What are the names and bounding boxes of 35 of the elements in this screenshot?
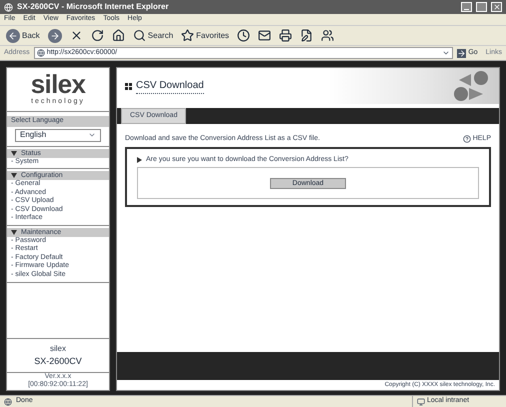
help-icon xyxy=(462,135,471,144)
dropdown-icon[interactable] xyxy=(442,49,450,57)
minimize-button[interactable] xyxy=(461,2,472,12)
toolbar-button[interactable]: Back xyxy=(2,26,44,44)
stop-icon xyxy=(70,29,83,42)
language-select[interactable]: English xyxy=(15,128,101,142)
page-icon xyxy=(4,398,12,406)
toolbar-button[interactable]: Search xyxy=(128,26,178,44)
refresh-icon xyxy=(90,29,104,42)
bullet-icon xyxy=(137,156,142,163)
printer-icon xyxy=(279,29,292,42)
logo: silex xyxy=(30,71,86,98)
maximize-button[interactable] xyxy=(476,2,487,12)
device-model: SX-2600CV xyxy=(34,354,82,368)
dropdown-icon xyxy=(88,131,96,139)
triangle-icon[interactable] xyxy=(11,173,17,178)
close-icon xyxy=(492,3,500,11)
star-icon xyxy=(181,29,194,42)
network-icon xyxy=(417,398,425,406)
toolbar-button[interactable]: Favorites xyxy=(177,26,234,44)
edit-icon xyxy=(300,29,314,42)
page-icon xyxy=(36,49,45,57)
window-title: SX-2600CV - Microsoft Internet Explorer xyxy=(17,1,170,13)
search-icon xyxy=(132,29,146,42)
people-icon xyxy=(321,29,334,42)
page-heading: CSV Download xyxy=(136,78,204,94)
browser-icon xyxy=(4,2,13,12)
home-icon xyxy=(112,29,125,42)
triangle-icon[interactable] xyxy=(11,230,17,234)
mail-icon xyxy=(258,29,272,42)
clock-icon xyxy=(237,29,250,42)
triangle-icon[interactable] xyxy=(11,150,17,156)
squares-icon xyxy=(125,82,132,90)
device-brand: silex xyxy=(50,342,66,354)
close-button[interactable] xyxy=(491,2,502,12)
